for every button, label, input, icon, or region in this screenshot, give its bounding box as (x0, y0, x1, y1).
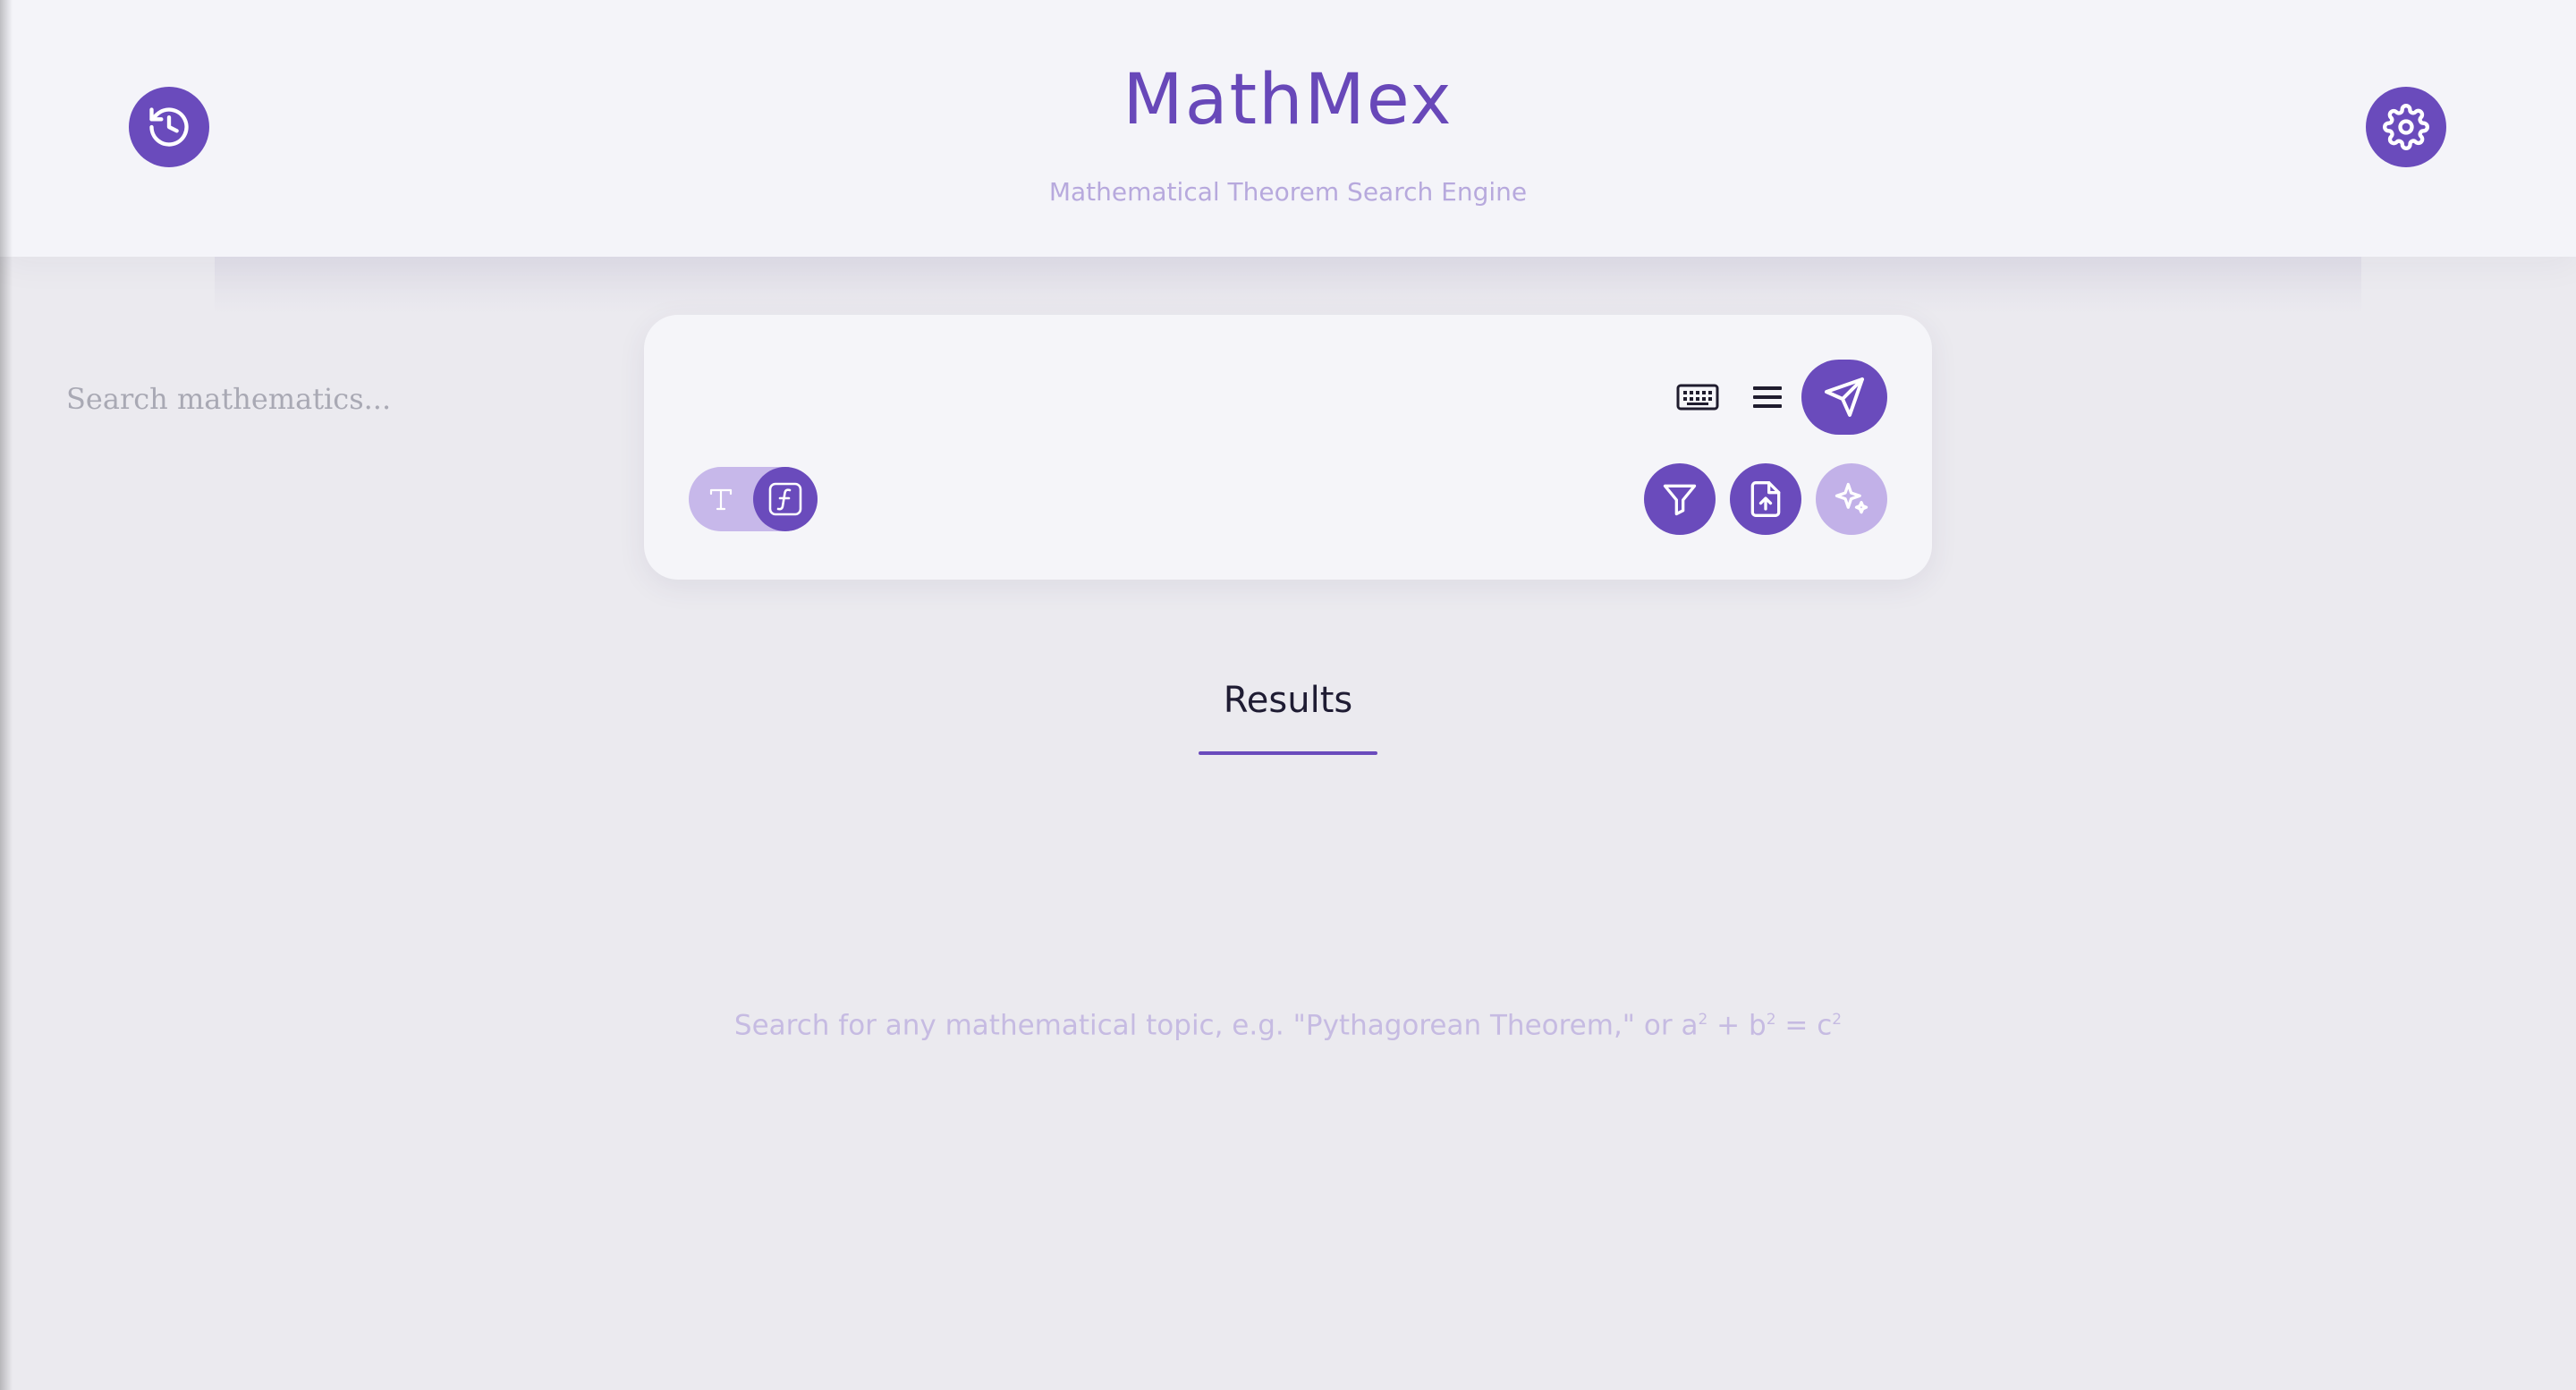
math-mode-option[interactable] (753, 467, 818, 531)
hint-exponent-c: 2 (1832, 1011, 1843, 1029)
search-input[interactable] (64, 367, 998, 431)
search-mode-toggle[interactable] (689, 467, 818, 531)
search-card (644, 315, 1932, 580)
app-header: MathMex Mathematical Theorem Search Engi… (0, 0, 2576, 257)
keyboard-icon (1676, 384, 1719, 411)
results-tab-label: Results (1223, 680, 1353, 721)
text-mode-option[interactable] (699, 478, 742, 521)
keyboard-button[interactable] (1674, 376, 1721, 419)
search-hint: Search for any mathematical topic, e.g. … (0, 993, 2576, 1052)
function-icon (768, 482, 802, 516)
hint-text-c: = c (1775, 1009, 1833, 1042)
hint-exponent-b: 2 (1766, 1011, 1776, 1029)
ai-assist-button[interactable] (1816, 463, 1887, 535)
upload-file-button[interactable] (1730, 463, 1801, 535)
left-edge-shadow (0, 0, 13, 1390)
send-icon (1825, 377, 1864, 417)
app-subtitle: Mathematical Theorem Search Engine (1048, 177, 1528, 207)
hint-exponent-a: 2 (1698, 1011, 1708, 1029)
filter-icon (1663, 484, 1697, 516)
send-button[interactable] (1801, 360, 1887, 435)
active-tab-indicator (1199, 751, 1377, 755)
menu-button[interactable] (1748, 376, 1787, 419)
hint-text-b: + b (1707, 1009, 1767, 1042)
hint-text: Search for any mathematical topic, e.g. … (733, 1009, 1699, 1042)
gear-icon (2383, 104, 2429, 150)
app-title: MathMex (1123, 60, 1453, 140)
text-mode-icon (709, 488, 733, 511)
header-shadow (215, 257, 2361, 314)
menu-icon (1753, 386, 1782, 408)
file-upload-icon (1750, 481, 1781, 517)
sparkles-icon (1835, 482, 1868, 514)
filter-button[interactable] (1644, 463, 1716, 535)
settings-button[interactable] (2366, 87, 2446, 167)
tab-results[interactable]: Results (1199, 669, 1377, 755)
